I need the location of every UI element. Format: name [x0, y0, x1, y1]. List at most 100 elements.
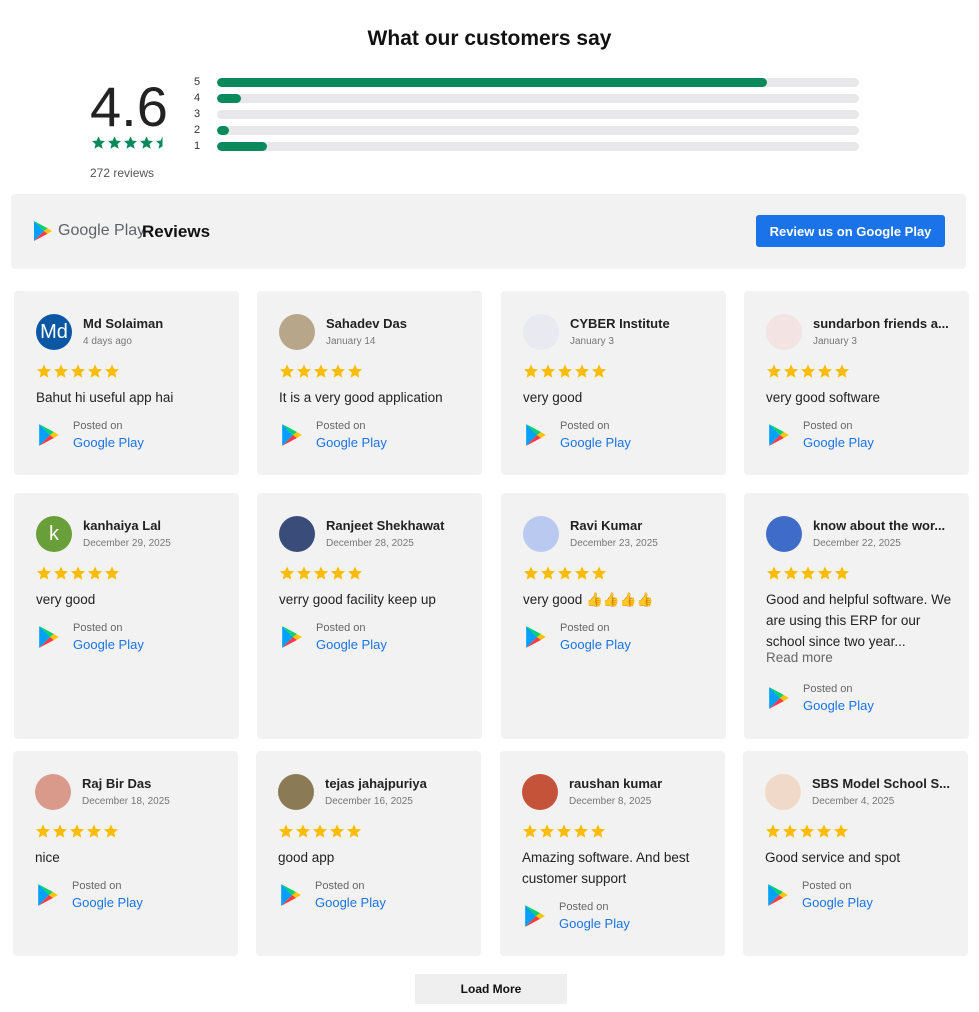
star-icon — [71, 364, 85, 378]
review-card: Sahadev Das January 14 It is a very good a… — [257, 291, 482, 475]
bar-track — [217, 125, 859, 135]
google-play-link[interactable]: Google Play — [316, 637, 387, 652]
star-icon — [784, 566, 798, 580]
star-icon — [783, 824, 797, 838]
star-icon — [107, 136, 122, 149]
review-text: Good and helpful software. We are using … — [766, 592, 952, 649]
avatar — [279, 314, 315, 350]
star-icon — [37, 566, 51, 580]
google-play-link[interactable]: Google Play — [560, 637, 631, 652]
posted-on-label: Posted on — [315, 880, 365, 892]
review-text: very good — [523, 390, 583, 405]
rating-distribution: 5 4 3 2 1 — [194, 74, 860, 154]
review-stars — [766, 363, 850, 379]
review-date: December 8, 2025 — [569, 796, 652, 807]
star-icon — [574, 824, 588, 838]
posted-on-label: Posted on — [316, 622, 366, 634]
google-play-icon — [38, 884, 58, 906]
bar-label: 4 — [194, 92, 201, 104]
review-card: CYBER Institute January 3 very good Posted … — [501, 291, 726, 475]
review-card: know about the wor... December 22, 2025 Go… — [744, 493, 969, 739]
avatar — [279, 516, 315, 552]
bar-fill — [217, 77, 768, 87]
posted-on-google-play[interactable]: Posted on Google Play — [523, 418, 703, 454]
star-icon — [784, 364, 798, 378]
posted-on-google-play[interactable]: Posted on Google Play — [279, 620, 459, 656]
star-icon — [835, 566, 849, 580]
half-star-icon — [155, 136, 163, 149]
google-play-icon — [34, 221, 52, 241]
bar-label: 1 — [194, 140, 201, 152]
avatar — [523, 516, 559, 552]
avatar: k — [36, 516, 72, 552]
review-stars — [765, 823, 849, 839]
google-play-link[interactable]: Google Play — [73, 637, 144, 652]
google-play-icon — [525, 905, 545, 927]
google-play-link[interactable]: Google Play — [802, 895, 873, 910]
posted-on-label: Posted on — [559, 901, 609, 913]
posted-on-google-play[interactable]: Posted on Google Play — [522, 899, 702, 935]
star-icon — [53, 824, 67, 838]
star-icon — [280, 566, 294, 580]
average-rating: 4.6 — [90, 75, 168, 138]
google-play-icon — [768, 884, 788, 906]
posted-on-label: Posted on — [560, 420, 610, 432]
avatar — [35, 774, 71, 810]
rating-bar-row: 5 — [194, 74, 860, 90]
star-icon — [592, 364, 606, 378]
posted-on-google-play[interactable]: Posted on Google Play — [523, 620, 703, 656]
posted-on-google-play[interactable]: Posted on Google Play — [765, 878, 945, 914]
review-card: raushan kumar December 8, 2025 Amazing sof… — [500, 751, 725, 956]
star-icon — [817, 824, 831, 838]
reviews-header: Google Play Reviews Review us on Google … — [11, 194, 966, 269]
star-icon — [88, 364, 102, 378]
google-play-link[interactable]: Google Play — [560, 435, 631, 450]
read-more-link[interactable]: Read more — [766, 650, 833, 665]
google-play-wordmark: Google Play — [58, 222, 146, 239]
review-text: verry good facility keep up — [279, 592, 436, 607]
review-stars — [278, 823, 362, 839]
google-play-link[interactable]: Google Play — [803, 698, 874, 713]
review-us-button[interactable]: Review us on Google Play — [756, 215, 945, 247]
posted-on-google-play[interactable]: Posted on Google Play — [279, 418, 459, 454]
posted-on-google-play[interactable]: Posted on Google Play — [36, 418, 216, 454]
google-play-link[interactable]: Google Play — [315, 895, 386, 910]
google-play-icon — [39, 424, 59, 446]
review-date: December 18, 2025 — [82, 796, 170, 807]
load-more-button[interactable]: Load More — [415, 974, 567, 1004]
star-icon — [314, 364, 328, 378]
posted-on-google-play[interactable]: Posted on Google Play — [278, 878, 458, 914]
review-card: SBS Model School S... December 4, 2025 Goo… — [743, 751, 968, 956]
star-icon — [834, 824, 848, 838]
posted-on-google-play[interactable]: Posted on Google Play — [35, 878, 215, 914]
posted-on-label: Posted on — [73, 622, 123, 634]
posted-on-google-play[interactable]: Posted on Google Play — [766, 418, 946, 454]
review-stars — [522, 823, 606, 839]
google-play-link[interactable]: Google Play — [803, 435, 874, 450]
google-play-link[interactable]: Google Play — [72, 895, 143, 910]
reviewer-name: SBS Model School S... — [812, 776, 950, 791]
star-icon — [575, 364, 589, 378]
posted-on-label: Posted on — [803, 683, 853, 695]
star-icon — [331, 364, 345, 378]
star-icon — [330, 824, 344, 838]
review-card: Ravi Kumar December 23, 2025 very good 👍👍👍… — [501, 493, 726, 739]
posted-on-label: Posted on — [803, 420, 853, 432]
google-play-icon — [526, 424, 546, 446]
bar-fill — [217, 125, 230, 135]
star-icon — [280, 364, 294, 378]
review-text: very good 👍👍👍👍 — [523, 592, 654, 607]
star-icon — [591, 824, 605, 838]
google-play-link[interactable]: Google Play — [316, 435, 387, 450]
google-play-link[interactable]: Google Play — [73, 435, 144, 450]
google-play-icon — [526, 626, 546, 648]
star-icon — [818, 566, 832, 580]
star-icon — [524, 566, 538, 580]
posted-on-google-play[interactable]: Posted on Google Play — [766, 681, 946, 717]
rating-bar-row: 2 — [194, 122, 860, 138]
google-play-link[interactable]: Google Play — [559, 916, 630, 931]
reviewer-name: raushan kumar — [569, 776, 663, 791]
review-stars — [279, 363, 363, 379]
review-count: 272 reviews — [90, 166, 155, 180]
posted-on-google-play[interactable]: Posted on Google Play — [36, 620, 216, 656]
